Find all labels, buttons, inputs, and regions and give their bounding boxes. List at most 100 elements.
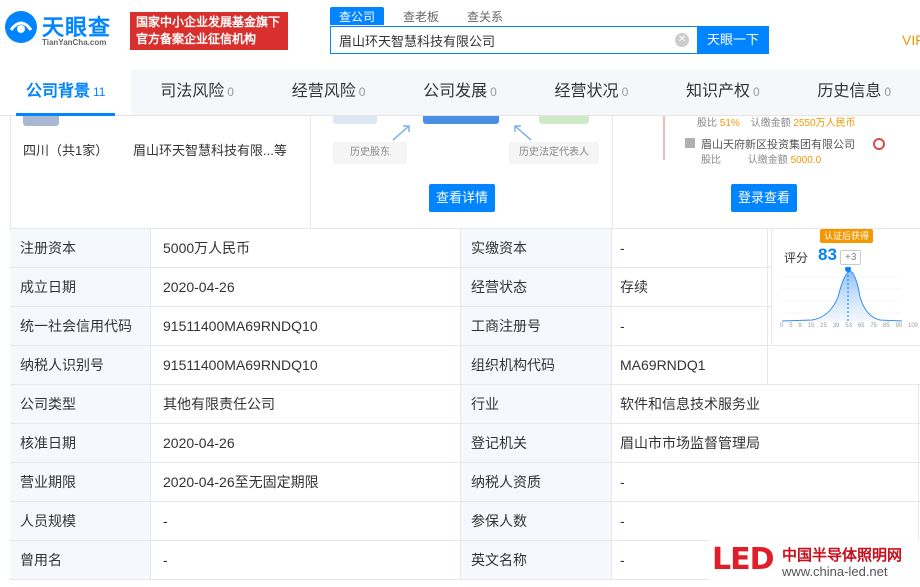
row-value: 91511400MA69RNDQ10 [151,346,461,384]
table-row: 人员规模 - 参保人数 - [10,502,920,541]
login-view-button[interactable]: 登录查看 [731,184,797,212]
axis-tick: 75 [870,323,878,329]
holder-2-amount-label: 认缴金额 [747,155,788,166]
banner-line-1: 国家中小企业发展基金旗下 [136,15,281,29]
tab-company-background[interactable]: 公司背景 11 [0,70,132,116]
credit-score-panel[interactable]: 认证后获得 评分 83 +3 0 5 9 15 25 39 53 65 75 8… [771,229,920,345]
row-label: 曾用名 [10,541,151,579]
table-row: 核准日期 2020-04-26 登记机关 眉山市市场监督管理局 [10,424,920,463]
search-type-tabs: 查公司 查老板 查关系 [330,7,522,25]
logo-mark-icon [5,11,37,43]
row-value: - [151,502,461,540]
search-button[interactable]: 天眼一下 [697,26,769,54]
tab-count: 0 [621,85,629,99]
summary-cards: 四川（共1家） 眉山环天智慧科技有限...等 历史股东 历史法定代表人 查看详情… [10,116,920,228]
row-label: 实缴资本 [461,229,612,267]
tab-label: 公司背景 [25,83,90,100]
branch-map-thumb [23,116,59,126]
axis-tick: 53 [845,323,852,329]
tab-count: 0 [358,85,366,99]
axis-tick: 39 [832,323,840,329]
row-label: 成立日期 [10,268,151,306]
row-label: 统一社会信用代码 [10,307,151,345]
score-distribution-chart [782,267,903,322]
tab-business-status[interactable]: 经营状况 0 [526,70,657,115]
row-value: 5000万人民币 [151,229,461,267]
row-label: 纳税人识别号 [10,346,151,384]
row-label: 行业 [461,385,612,423]
axis-tick: 90 [895,323,903,329]
row-value: 眉山市市场监督管理局 [612,424,919,462]
banner-line-2: 官方备案企业征信机构 [136,32,257,46]
view-detail-button[interactable]: 查看详情 [429,184,495,212]
score-value: 83 [818,245,837,264]
watermark-title: 中国半导体照明网 [782,547,903,564]
tab-intellectual-property[interactable]: 知识产权 0 [657,70,788,115]
legal-rep-node [539,116,589,124]
tab-business-risk[interactable]: 经营风险 0 [263,70,394,115]
score-label: 评分 [784,251,809,265]
axis-tick: 15 [807,323,815,329]
row-value: MA69RNDQ1 [612,346,768,384]
axis-tick: 0 [780,323,784,329]
tab-search-boss[interactable]: 查老板 [394,7,448,25]
tree-line [663,116,665,160]
history-legal-rep-node: 历史法定代表人 [509,142,599,164]
row-label: 工商注册号 [461,307,612,345]
company-nav-tabs: 公司背景 11 司法风险 0 经营风险 0 公司发展 0 经营状况 0 知识产权 0 历史信… [0,70,920,116]
row-value: - [612,229,768,267]
tab-search-company[interactable]: 查公司 [330,7,385,25]
row-value: - [612,502,919,540]
china-led-watermark: LED 中国半导体照明网 www.china-led.net [708,540,920,584]
tianyancha-logo[interactable]: 天眼查 TianYanCha.com [4,8,124,52]
tab-count: 0 [227,85,234,99]
tab-count: 0 [884,85,892,99]
score-axis: 0 5 9 15 25 39 53 65 75 85 90 100 [780,323,918,329]
row-value: 其他有限责任公司 [151,385,461,423]
tab-label: 历史信息 [817,83,882,100]
table-row: 纳税人识别号 91511400MA69RNDQ10 组织机构代码 MA69RND… [10,346,920,385]
holder-2-info: 股比 认缴金额 5000.0 [701,151,821,166]
search-input[interactable] [331,27,661,53]
row-value: 2020-04-26 [151,268,461,306]
risk-icon [873,138,885,150]
row-value: 存续 [612,268,768,306]
arrow-icon [392,125,410,141]
row-label: 登记机关 [461,424,612,462]
table-row: 营业期限 2020-04-26至无固定期限 纳税人资质 - [10,463,920,502]
tab-judicial-risk[interactable]: 司法风险 0 [131,70,262,115]
company-node [423,116,499,124]
row-label: 英文名称 [461,541,612,579]
row-label: 组织机构代码 [461,346,612,384]
holder-2-name[interactable]: 眉山天府新区投资集团有限公司 [701,136,855,152]
tab-company-development[interactable]: 公司发展 0 [394,70,525,115]
official-banner: 国家中小企业发展基金旗下 官方备案企业征信机构 [130,12,288,50]
row-value: - [612,463,919,501]
tab-history-info[interactable]: 历史信息 0 [789,70,920,115]
certify-badge: 认证后获得 [820,229,874,243]
score-delta: +3 [840,250,862,265]
clear-icon[interactable]: ✕ [675,33,689,47]
tab-search-relation[interactable]: 查关系 [458,7,512,25]
row-value: 91511400MA69RNDQ10 [151,307,461,345]
holder-1-ratio: 51% [719,118,740,129]
axis-tick: 65 [857,323,865,329]
top-header: 天眼查 TianYanCha.com 国家中小企业发展基金旗下 官方备案企业征信… [0,0,920,68]
holder-2-checkbox-icon [685,138,695,148]
tab-count: 0 [490,85,497,99]
tab-label: 司法风险 [160,83,225,100]
tab-label: 公司发展 [423,83,488,100]
logo-subtext: TianYanCha.com [42,38,107,47]
branch-region: 四川（共1家） [23,143,109,158]
row-value: - [612,307,768,345]
search-box: ✕ [330,26,698,54]
row-value: - [151,541,461,579]
tab-label: 知识产权 [685,83,750,100]
branch-name[interactable]: 眉山环天智慧科技有限...等 [133,140,287,159]
axis-tick: 100 [907,323,918,329]
vip-link[interactable]: VIF [902,32,920,48]
history-shareholder-node: 历史股东 [333,142,407,164]
holder-2-ratio-label: 股比 [701,155,721,166]
holder-1-amount-label: 认缴金额 [750,118,791,129]
axis-tick: 25 [820,323,827,329]
